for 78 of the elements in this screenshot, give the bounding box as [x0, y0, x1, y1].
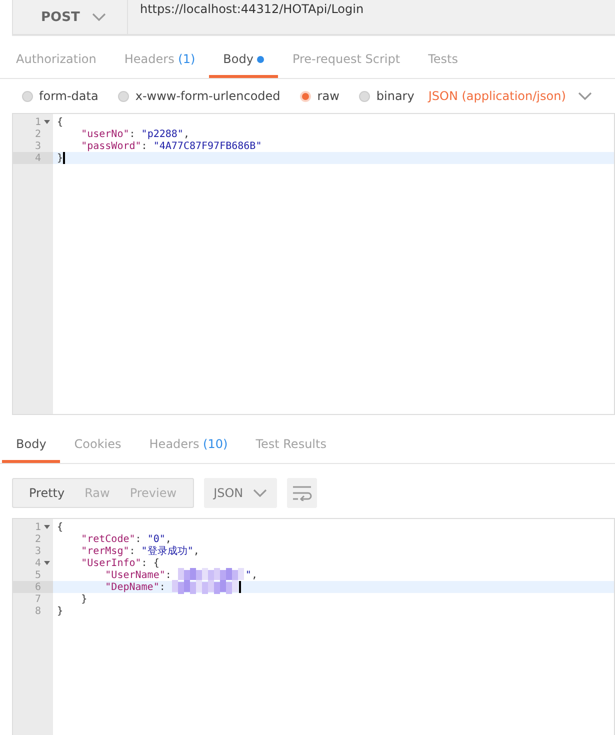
radio-label[interactable]: raw — [317, 89, 340, 103]
line-number: 2 — [34, 128, 41, 140]
view-mode-tab[interactable]: Pretty — [19, 486, 75, 500]
line-number: 1 — [34, 116, 41, 128]
line-number: 6 — [34, 582, 41, 592]
redaction-mosaic — [178, 568, 244, 582]
line-number: 4 — [34, 558, 41, 568]
json-string: "p2288" — [141, 128, 184, 140]
radio-label[interactable]: form-data — [39, 89, 98, 103]
json-key: "userNo" — [81, 128, 130, 140]
radio-label[interactable]: binary — [376, 89, 414, 103]
wrap-button[interactable] — [287, 478, 318, 508]
json-string: "4A77C87F97FB686B" — [153, 140, 262, 152]
json-punctuation: , — [183, 128, 190, 140]
text-cursor — [239, 581, 242, 593]
tab[interactable]: Headers (1) — [110, 42, 210, 78]
chevron-down-icon — [253, 489, 268, 497]
line-number: 7 — [34, 594, 41, 604]
json-punctuation: : { — [141, 558, 160, 568]
json-punctuation: , — [165, 534, 172, 544]
chevron-down-icon — [578, 92, 592, 100]
json-punctuation: : — [141, 140, 148, 152]
view-mode-tab[interactable]: Raw — [74, 486, 120, 500]
line-number: 4 — [34, 152, 41, 164]
redaction-mosaic — [172, 580, 238, 594]
json-string: "0" — [147, 534, 166, 544]
line-number: 1 — [34, 522, 41, 532]
line-number: 5 — [34, 570, 41, 580]
json-punctuation: } — [57, 606, 64, 616]
json-key: "passWord" — [81, 140, 142, 152]
json-punctuation: : — [165, 570, 172, 580]
tab[interactable]: Headers (10) — [135, 427, 242, 463]
tab[interactable]: Body — [2, 427, 60, 463]
json-punctuation: , — [251, 570, 258, 580]
chevron-down-icon — [92, 13, 106, 21]
tab[interactable]: Body — [209, 42, 278, 78]
tab[interactable]: Test Results — [242, 427, 340, 463]
tab[interactable]: Authorization — [2, 42, 110, 78]
tab[interactable]: Cookies — [60, 427, 136, 463]
json-key: "retCode" — [81, 534, 136, 544]
json-string: "登录成功" — [141, 544, 194, 558]
line-number: 3 — [34, 140, 41, 152]
json-string: " — [245, 570, 252, 580]
json-key: "DepName" — [105, 582, 160, 592]
method-dropdown[interactable]: POST — [12, 0, 128, 35]
json-punctuation: } — [81, 594, 88, 604]
json-punctuation: { — [57, 116, 64, 128]
json-key: "rerMsg" — [81, 546, 130, 556]
tab[interactable]: Tests — [414, 42, 472, 78]
url-field[interactable]: https://localhost:44312/HOTApi/Login — [128, 0, 615, 35]
json-punctuation: : — [129, 546, 136, 556]
json-punctuation: } — [57, 152, 64, 164]
radio-button[interactable] — [359, 90, 370, 102]
json-punctuation: : — [159, 582, 166, 592]
fold-arrow-icon[interactable] — [44, 120, 50, 124]
line-number: 2 — [34, 534, 41, 544]
json-punctuation: { — [57, 522, 64, 532]
json-punctuation: : — [129, 128, 136, 140]
json-punctuation: , — [193, 546, 200, 556]
tab[interactable]: Pre-request Script — [278, 42, 414, 78]
code-editor[interactable]: 1 2 3 4 { "userNo": "p2288", "passWord": "4A77C87F97FB686B" } — [12, 113, 615, 415]
line-number: 3 — [34, 546, 41, 556]
content-type-dropdown[interactable]: JSON (application/json) — [428, 89, 592, 103]
json-punctuation: : — [135, 534, 142, 544]
radio-button[interactable] — [22, 90, 33, 102]
radio-label[interactable]: x-www-form-urlencoded — [135, 89, 280, 103]
radio-button[interactable] — [300, 90, 312, 102]
view-mode-tab[interactable]: Preview — [120, 486, 187, 500]
json-key: "UserName" — [105, 570, 166, 580]
status-dot-icon — [257, 56, 264, 62]
line-number: 8 — [34, 606, 41, 616]
radio-button[interactable] — [118, 90, 130, 102]
fold-arrow-icon[interactable] — [44, 561, 50, 565]
json-key: "UserInfo" — [81, 558, 142, 568]
text-cursor — [63, 152, 66, 164]
wrap-lines-icon — [292, 485, 312, 501]
format-dropdown[interactable]: JSON — [204, 478, 278, 508]
fold-arrow-icon[interactable] — [44, 525, 50, 529]
